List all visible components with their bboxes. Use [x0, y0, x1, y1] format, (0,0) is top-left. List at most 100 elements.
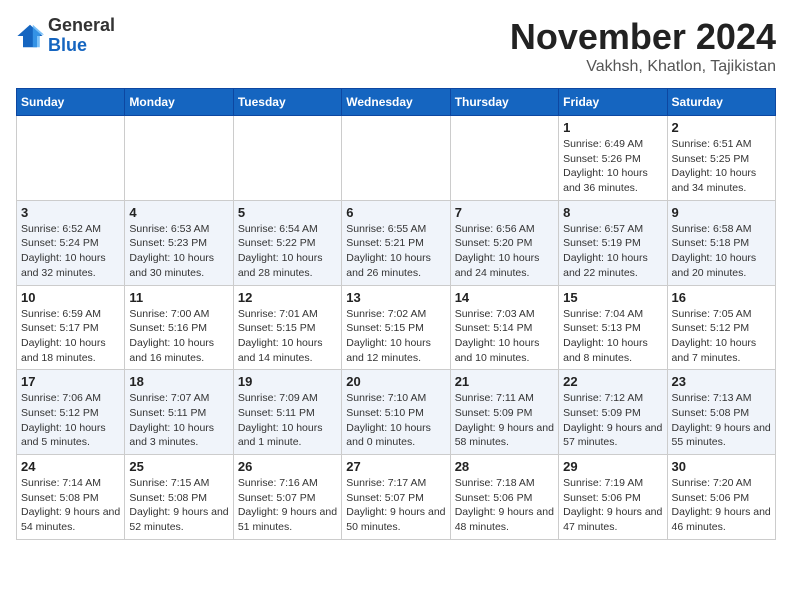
- day-info: Sunrise: 7:01 AM Sunset: 5:15 PM Dayligh…: [238, 307, 337, 366]
- day-number: 29: [563, 459, 662, 474]
- calendar-cell: 22 Sunrise: 7:12 AM Sunset: 5:09 PM Dayli…: [559, 370, 667, 455]
- day-number: 26: [238, 459, 337, 474]
- day-number: 7: [455, 205, 554, 220]
- day-info: Sunrise: 6:52 AM Sunset: 5:24 PM Dayligh…: [21, 222, 120, 281]
- day-info: Sunrise: 6:54 AM Sunset: 5:22 PM Dayligh…: [238, 222, 337, 281]
- day-info: Sunrise: 7:03 AM Sunset: 5:14 PM Dayligh…: [455, 307, 554, 366]
- day-info: Sunrise: 7:13 AM Sunset: 5:08 PM Dayligh…: [672, 391, 771, 450]
- logo: General Blue: [16, 16, 115, 56]
- day-info: Sunrise: 7:10 AM Sunset: 5:10 PM Dayligh…: [346, 391, 445, 450]
- calendar-cell: 28 Sunrise: 7:18 AM Sunset: 5:06 PM Dayli…: [450, 455, 558, 540]
- calendar-week-5: 24 Sunrise: 7:14 AM Sunset: 5:08 PM Dayli…: [17, 455, 776, 540]
- day-info: Sunrise: 7:17 AM Sunset: 5:07 PM Dayligh…: [346, 476, 445, 535]
- day-number: 2: [672, 120, 771, 135]
- day-info: Sunrise: 7:11 AM Sunset: 5:09 PM Dayligh…: [455, 391, 554, 450]
- calendar-header-friday: Friday: [559, 89, 667, 116]
- day-info: Sunrise: 7:19 AM Sunset: 5:06 PM Dayligh…: [563, 476, 662, 535]
- day-number: 18: [129, 374, 228, 389]
- calendar-cell: 3Sunrise: 6:52 AM Sunset: 5:24 PM Daylig…: [17, 200, 125, 285]
- calendar-cell: 12Sunrise: 7:01 AM Sunset: 5:15 PM Dayli…: [233, 285, 341, 370]
- day-number: 19: [238, 374, 337, 389]
- logo-general: General: [48, 16, 115, 36]
- day-number: 27: [346, 459, 445, 474]
- calendar-cell: 2 Sunrise: 6:51 AM Sunset: 5:25 PM Daylig…: [667, 116, 775, 201]
- day-info: Sunrise: 7:18 AM Sunset: 5:06 PM Dayligh…: [455, 476, 554, 535]
- day-info: Sunrise: 7:06 AM Sunset: 5:12 PM Dayligh…: [21, 391, 120, 450]
- calendar-week-1: 1 Sunrise: 6:49 AM Sunset: 5:26 PM Daylig…: [17, 116, 776, 201]
- calendar-cell: 10 Sunrise: 6:59 AM Sunset: 5:17 PM Dayli…: [17, 285, 125, 370]
- day-number: 28: [455, 459, 554, 474]
- day-info: Sunrise: 6:49 AM Sunset: 5:26 PM Dayligh…: [563, 137, 662, 196]
- calendar-cell: 16 Sunrise: 7:05 AM Sunset: 5:12 PM Dayli…: [667, 285, 775, 370]
- location: Vakhsh, Khatlon, Tajikistan: [510, 58, 776, 76]
- calendar-week-3: 10 Sunrise: 6:59 AM Sunset: 5:17 PM Dayli…: [17, 285, 776, 370]
- calendar-cell: 7 Sunrise: 6:56 AM Sunset: 5:20 PM Daylig…: [450, 200, 558, 285]
- calendar-cell: 5 Sunrise: 6:54 AM Sunset: 5:22 PM Daylig…: [233, 200, 341, 285]
- calendar-cell: 18 Sunrise: 7:07 AM Sunset: 5:11 PM Dayli…: [125, 370, 233, 455]
- calendar-cell: 6 Sunrise: 6:55 AM Sunset: 5:21 PM Daylig…: [342, 200, 450, 285]
- day-number: 23: [672, 374, 771, 389]
- calendar-cell: [125, 116, 233, 201]
- day-info: Sunrise: 6:56 AM Sunset: 5:20 PM Dayligh…: [455, 222, 554, 281]
- logo-text: General Blue: [48, 16, 115, 56]
- calendar-cell: 17Sunrise: 7:06 AM Sunset: 5:12 PM Dayli…: [17, 370, 125, 455]
- day-number: 25: [129, 459, 228, 474]
- day-info: Sunrise: 7:16 AM Sunset: 5:07 PM Dayligh…: [238, 476, 337, 535]
- calendar-cell: 8Sunrise: 6:57 AM Sunset: 5:19 PM Daylig…: [559, 200, 667, 285]
- title-block: November 2024 Vakhsh, Khatlon, Tajikista…: [510, 16, 776, 76]
- day-number: 13: [346, 290, 445, 305]
- day-number: 4: [129, 205, 228, 220]
- calendar-week-2: 3Sunrise: 6:52 AM Sunset: 5:24 PM Daylig…: [17, 200, 776, 285]
- calendar-cell: 19Sunrise: 7:09 AM Sunset: 5:11 PM Dayli…: [233, 370, 341, 455]
- day-number: 6: [346, 205, 445, 220]
- calendar-cell: 26 Sunrise: 7:16 AM Sunset: 5:07 PM Dayli…: [233, 455, 341, 540]
- calendar-cell: 30 Sunrise: 7:20 AM Sunset: 5:06 PM Dayli…: [667, 455, 775, 540]
- calendar-cell: 15Sunrise: 7:04 AM Sunset: 5:13 PM Dayli…: [559, 285, 667, 370]
- calendar-table: SundayMondayTuesdayWednesdayThursdayFrid…: [16, 88, 776, 540]
- day-number: 22: [563, 374, 662, 389]
- calendar-header-wednesday: Wednesday: [342, 89, 450, 116]
- calendar-week-4: 17Sunrise: 7:06 AM Sunset: 5:12 PM Dayli…: [17, 370, 776, 455]
- day-info: Sunrise: 7:20 AM Sunset: 5:06 PM Dayligh…: [672, 476, 771, 535]
- calendar-header-row: SundayMondayTuesdayWednesdayThursdayFrid…: [17, 89, 776, 116]
- calendar-cell: 24 Sunrise: 7:14 AM Sunset: 5:08 PM Dayli…: [17, 455, 125, 540]
- day-number: 15: [563, 290, 662, 305]
- day-info: Sunrise: 6:59 AM Sunset: 5:17 PM Dayligh…: [21, 307, 120, 366]
- month-title: November 2024: [510, 16, 776, 58]
- day-number: 14: [455, 290, 554, 305]
- day-info: Sunrise: 7:00 AM Sunset: 5:16 PM Dayligh…: [129, 307, 228, 366]
- day-info: Sunrise: 7:02 AM Sunset: 5:15 PM Dayligh…: [346, 307, 445, 366]
- day-info: Sunrise: 6:57 AM Sunset: 5:19 PM Dayligh…: [563, 222, 662, 281]
- day-number: 20: [346, 374, 445, 389]
- calendar-cell: 27 Sunrise: 7:17 AM Sunset: 5:07 PM Dayli…: [342, 455, 450, 540]
- calendar-cell: 14 Sunrise: 7:03 AM Sunset: 5:14 PM Dayli…: [450, 285, 558, 370]
- calendar-cell: 25Sunrise: 7:15 AM Sunset: 5:08 PM Dayli…: [125, 455, 233, 540]
- day-info: Sunrise: 7:05 AM Sunset: 5:12 PM Dayligh…: [672, 307, 771, 366]
- calendar-cell: [450, 116, 558, 201]
- calendar-cell: 4Sunrise: 6:53 AM Sunset: 5:23 PM Daylig…: [125, 200, 233, 285]
- calendar-cell: 1 Sunrise: 6:49 AM Sunset: 5:26 PM Daylig…: [559, 116, 667, 201]
- day-info: Sunrise: 7:12 AM Sunset: 5:09 PM Dayligh…: [563, 391, 662, 450]
- calendar-cell: 23 Sunrise: 7:13 AM Sunset: 5:08 PM Dayli…: [667, 370, 775, 455]
- day-number: 9: [672, 205, 771, 220]
- day-number: 5: [238, 205, 337, 220]
- page-header: General Blue November 2024 Vakhsh, Khatl…: [16, 16, 776, 76]
- day-number: 16: [672, 290, 771, 305]
- day-number: 1: [563, 120, 662, 135]
- calendar-header-sunday: Sunday: [17, 89, 125, 116]
- calendar-cell: 29 Sunrise: 7:19 AM Sunset: 5:06 PM Dayli…: [559, 455, 667, 540]
- day-number: 11: [129, 290, 228, 305]
- day-info: Sunrise: 6:51 AM Sunset: 5:25 PM Dayligh…: [672, 137, 771, 196]
- calendar-header-saturday: Saturday: [667, 89, 775, 116]
- day-info: Sunrise: 7:07 AM Sunset: 5:11 PM Dayligh…: [129, 391, 228, 450]
- logo-blue: Blue: [48, 36, 115, 56]
- logo-icon: [16, 22, 44, 50]
- day-number: 24: [21, 459, 120, 474]
- day-info: Sunrise: 6:58 AM Sunset: 5:18 PM Dayligh…: [672, 222, 771, 281]
- day-number: 30: [672, 459, 771, 474]
- day-info: Sunrise: 7:14 AM Sunset: 5:08 PM Dayligh…: [21, 476, 120, 535]
- day-number: 10: [21, 290, 120, 305]
- calendar-cell: 13 Sunrise: 7:02 AM Sunset: 5:15 PM Dayli…: [342, 285, 450, 370]
- day-number: 21: [455, 374, 554, 389]
- day-info: Sunrise: 6:55 AM Sunset: 5:21 PM Dayligh…: [346, 222, 445, 281]
